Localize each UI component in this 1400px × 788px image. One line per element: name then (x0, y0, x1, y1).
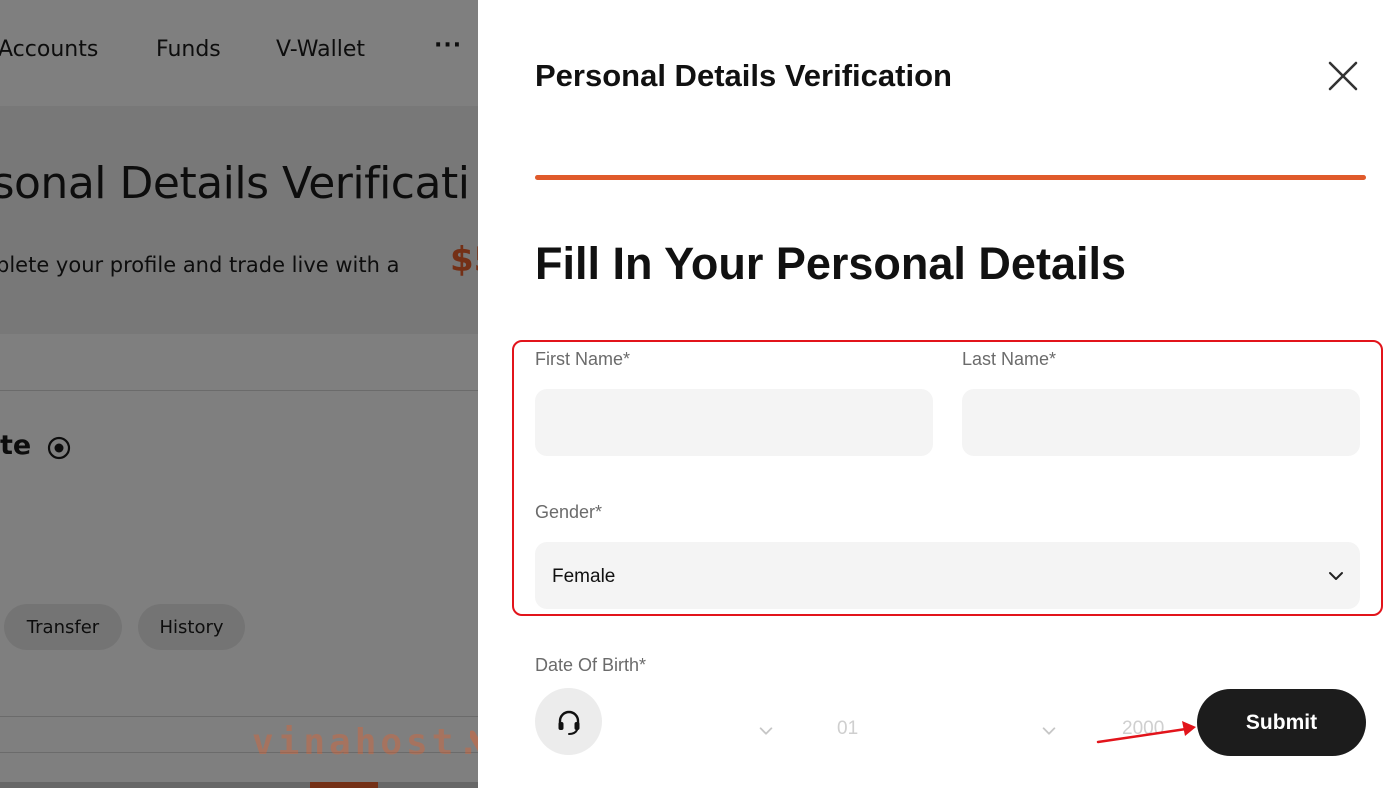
watermark-text: vinahost.v (252, 722, 478, 763)
first-name-label: First Name* (535, 349, 631, 369)
gender-select[interactable]: Female (535, 542, 1360, 609)
chevron-down-icon[interactable] (757, 722, 775, 740)
section-heading: Fill In Your Personal Details (535, 238, 1126, 289)
watermark-check-icon (470, 730, 478, 752)
modal-backdrop[interactable] (0, 0, 478, 788)
date-of-birth-label: Date Of Birth* (535, 655, 647, 675)
last-name-field[interactable] (962, 389, 1360, 456)
dob-month-value[interactable]: 01 (837, 718, 858, 740)
support-button[interactable] (535, 688, 602, 755)
headset-icon (558, 710, 579, 735)
chevron-down-icon[interactable] (1040, 722, 1058, 740)
close-icon[interactable] (1327, 60, 1359, 92)
progress-bar (535, 175, 1366, 180)
gender-label: Gender* (535, 502, 603, 522)
dob-year-value[interactable]: 2000 (1122, 718, 1164, 740)
submit-button[interactable]: Submit (1197, 689, 1366, 756)
first-name-field[interactable] (535, 389, 933, 456)
chevron-down-icon (1329, 572, 1343, 580)
background-page: Accounts Funds V-Wallet ··· rsonal Detai… (0, 0, 478, 788)
gender-select-value: Female (552, 566, 616, 587)
modal-title: Personal Details Verification (535, 58, 952, 93)
verification-modal: Personal Details Verification Fill In Yo… (478, 0, 1400, 788)
last-name-label: Last Name* (962, 349, 1057, 369)
progress-fill (535, 175, 1366, 180)
